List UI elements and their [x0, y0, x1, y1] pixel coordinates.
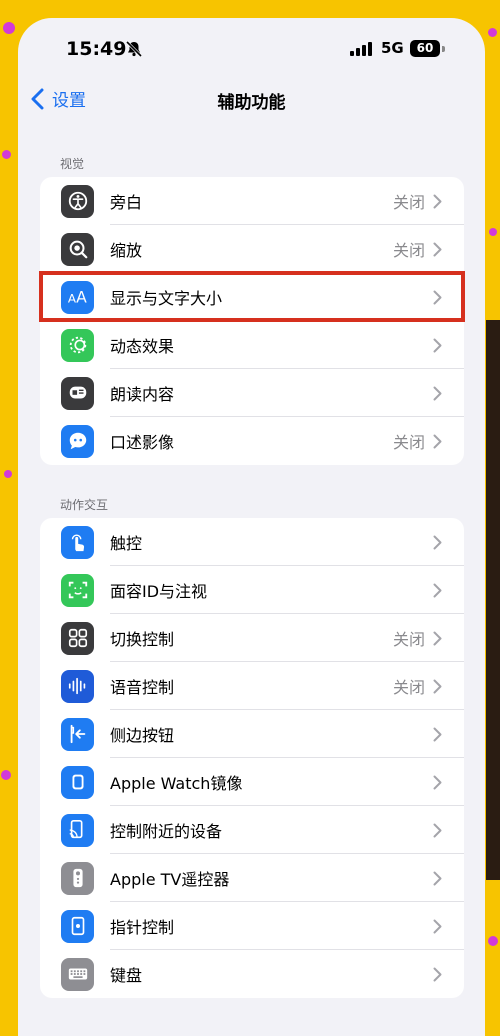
face-id-icon [61, 573, 94, 607]
background-panel [486, 320, 500, 880]
settings-row-zoom[interactable]: 缩放 关闭 [40, 225, 464, 273]
chevron-right-icon [433, 194, 442, 208]
row-label: Apple Watch镜像 [110, 774, 243, 793]
settings-row-switch-control[interactable]: 切换控制 关闭 [40, 614, 464, 662]
row-label: 语音控制 [110, 678, 175, 697]
chevron-right-icon [433, 823, 442, 837]
chevron-right-icon [433, 871, 442, 885]
audio-description-icon [61, 424, 94, 458]
chevron-right-icon [433, 775, 442, 789]
settings-row-motion[interactable]: 动态效果 [40, 321, 464, 369]
chevron-right-icon [433, 338, 442, 352]
row-label: Apple TV遥控器 [110, 870, 230, 889]
decor-dot [489, 228, 497, 236]
row-label: 指针控制 [110, 918, 175, 937]
settings-row-voice-control[interactable]: 语音控制 关闭 [40, 662, 464, 710]
highlight-box [39, 271, 465, 322]
row-label: 键盘 [110, 966, 143, 985]
row-label: 侧边按钮 [110, 726, 175, 745]
row-label: 控制附近的设备 [110, 822, 223, 841]
chevron-right-icon [433, 919, 442, 933]
chevron-right-icon [433, 967, 442, 981]
voice-control-icon [61, 669, 94, 703]
phone-screen: 15:49 5G 60 设置 辅助功能 视觉 旁白 关闭 缩放 关闭 A A 显示与文字大小… [18, 18, 485, 1036]
tv-remote-icon [61, 861, 94, 895]
row-label: 口述影像 [110, 433, 175, 452]
settings-row-keyboard[interactable]: 键盘 [40, 950, 464, 998]
chevron-right-icon [433, 727, 442, 741]
settings-row-watch-mirroring[interactable]: Apple Watch镜像 [40, 758, 464, 806]
status-time: 15:49 [66, 38, 127, 60]
settings-row-side-button[interactable]: 侧边按钮 [40, 710, 464, 758]
spoken-content-icon [61, 376, 94, 410]
row-label: 切换控制 [110, 630, 175, 649]
chevron-right-icon [433, 386, 442, 400]
settings-row-nearby-devices[interactable]: 控制附近的设备 [40, 806, 464, 854]
chevron-right-icon [433, 535, 442, 549]
chevron-right-icon [433, 434, 442, 448]
section-header-interaction: 动作交互 [60, 498, 109, 512]
settings-row-voiceover[interactable]: 旁白 关闭 [40, 177, 464, 225]
chevron-right-icon [433, 679, 442, 693]
settings-row-audio-description[interactable]: 口述影像 关闭 [40, 417, 464, 465]
nearby-devices-icon [61, 813, 94, 847]
row-value: 关闭 [392, 678, 425, 697]
signal-icon [350, 42, 372, 56]
row-label: 触控 [110, 534, 143, 553]
decor-dot [2, 150, 11, 159]
network-type: 5G [381, 39, 404, 57]
row-value: 关闭 [392, 193, 425, 212]
row-label: 缩放 [110, 241, 143, 260]
keyboard-icon [61, 957, 94, 991]
settings-row-touch[interactable]: 触控 [40, 518, 464, 566]
settings-row-spoken-content[interactable]: 朗读内容 [40, 369, 464, 417]
chevron-right-icon [433, 631, 442, 645]
pointer-control-icon [61, 909, 94, 943]
row-label: 动态效果 [110, 337, 175, 356]
decor-dot [488, 936, 498, 946]
page-title: 辅助功能 [217, 93, 286, 113]
decor-dot [3, 22, 15, 34]
voiceover-icon [61, 184, 94, 218]
settings-row-face-id[interactable]: 面容ID与注视 [40, 566, 464, 614]
settings-row-tv-remote[interactable]: Apple TV遥控器 [40, 854, 464, 902]
section-header-vision: 视觉 [60, 157, 85, 171]
row-label: 朗读内容 [110, 385, 175, 404]
battery-cap [442, 46, 445, 52]
row-value: 关闭 [392, 433, 425, 452]
chevron-right-icon [433, 242, 442, 256]
motion-icon [61, 328, 94, 362]
decor-dot [1, 770, 11, 780]
settings-row-pointer-control[interactable]: 指针控制 [40, 902, 464, 950]
watch-mirroring-icon [61, 765, 94, 799]
status-bar: 15:49 5G 60 [18, 38, 485, 62]
row-label: 旁白 [110, 193, 143, 212]
battery-icon: 60 [410, 40, 440, 57]
row-label: 面容ID与注视 [110, 582, 208, 601]
row-value: 关闭 [392, 241, 425, 260]
zoom-icon [61, 232, 94, 266]
decor-dot [488, 28, 497, 37]
navigation-bar: 设置 辅助功能 [18, 86, 485, 116]
row-value: 关闭 [392, 630, 425, 649]
side-button-icon [61, 717, 94, 751]
touch-icon [61, 525, 94, 559]
switch-control-icon [61, 621, 94, 655]
decor-dot [4, 470, 12, 478]
chevron-right-icon [433, 583, 442, 597]
silent-bell-icon [125, 40, 143, 58]
interaction-group: 触控 面容ID与注视 切换控制 关闭 语音控制 关闭 侧边按钮 Apple Watch镜像 控制… [40, 518, 464, 998]
